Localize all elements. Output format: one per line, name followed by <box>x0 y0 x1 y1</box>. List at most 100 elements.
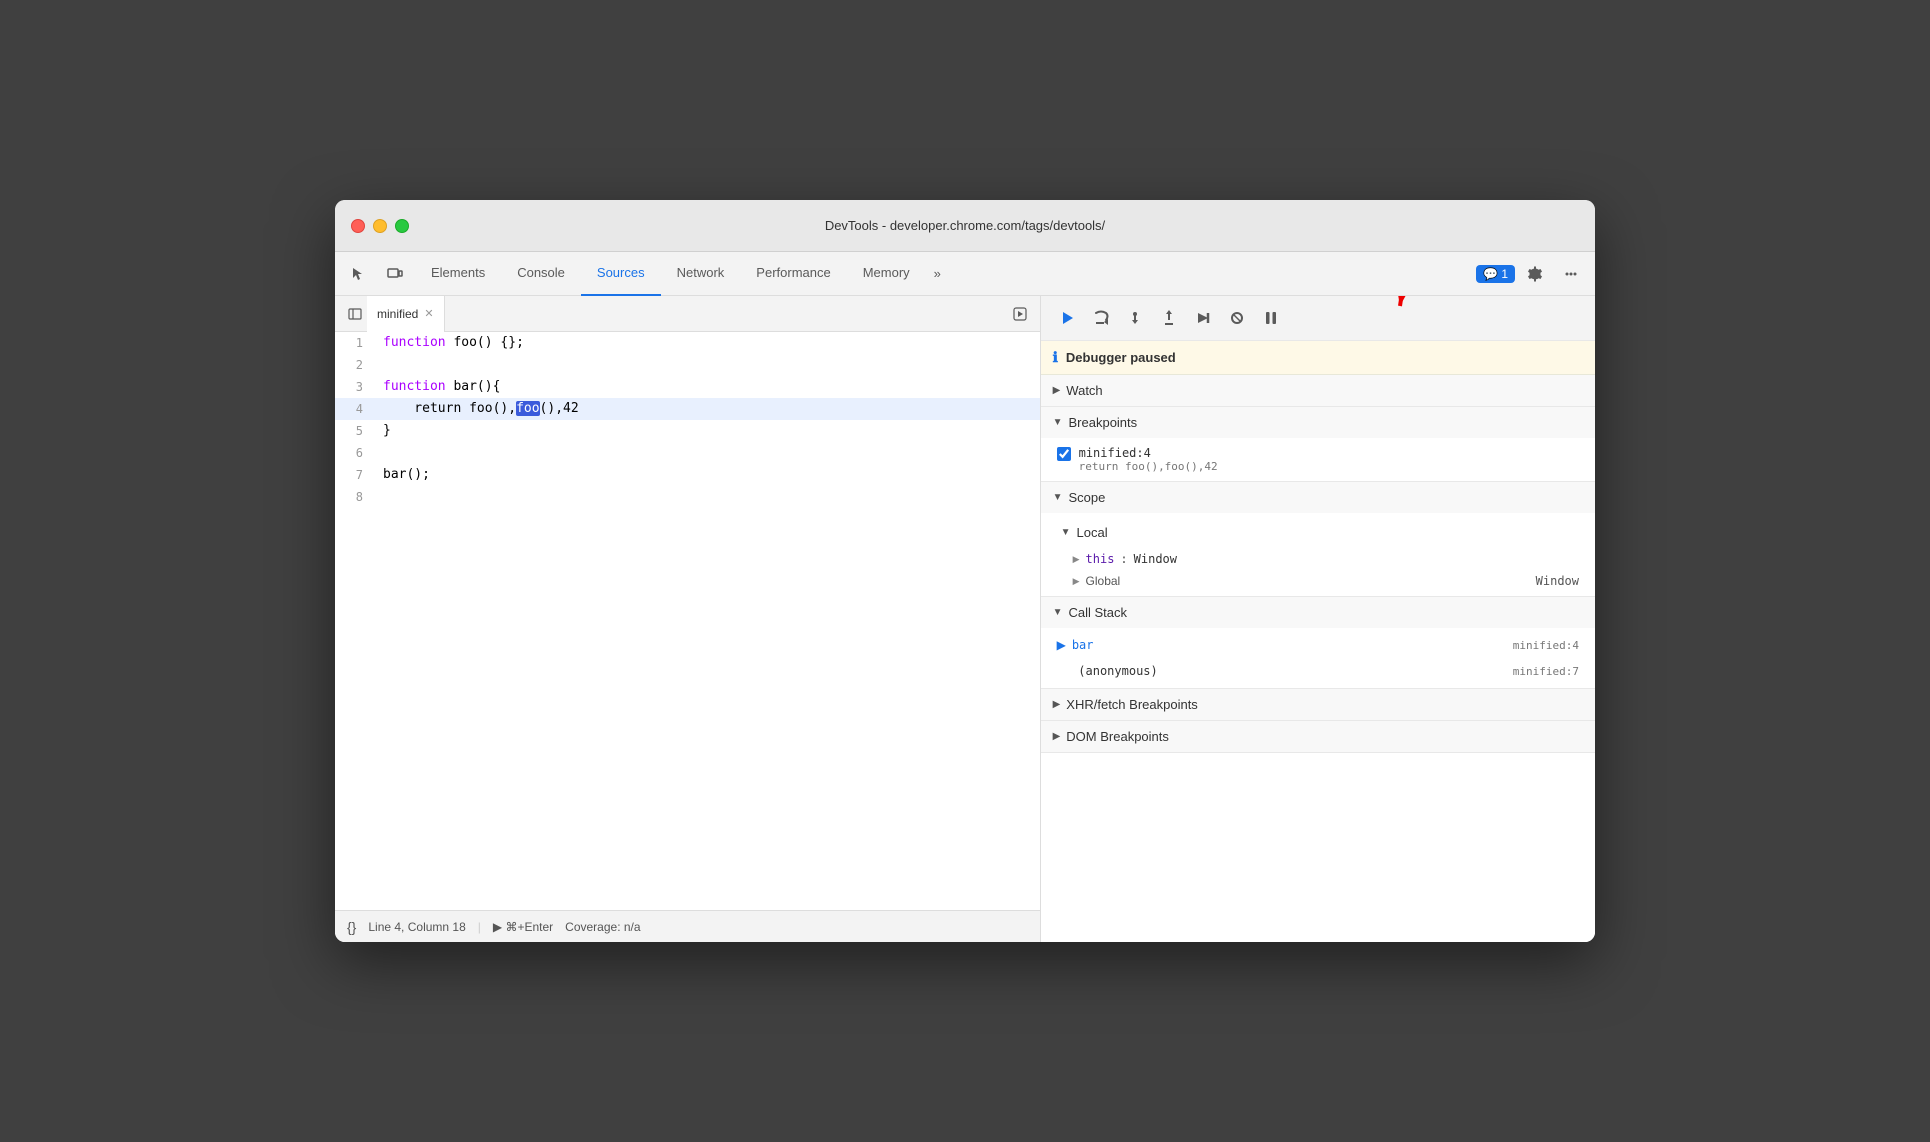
local-triangle: ▼ <box>1061 527 1071 538</box>
tab-performance[interactable]: Performance <box>740 252 846 296</box>
global-value: Window <box>1536 574 1579 588</box>
step-button[interactable] <box>1189 304 1217 332</box>
debugger-paused-text: Debugger paused <box>1066 350 1176 365</box>
xhr-triangle: ▶ <box>1053 699 1061 710</box>
step-out-icon <box>1160 309 1178 327</box>
dom-section-header[interactable]: ▶ DOM Breakpoints <box>1041 721 1595 752</box>
more-icon <box>1563 266 1579 282</box>
gear-icon <box>1527 266 1543 282</box>
callstack-name-bar: bar <box>1072 638 1094 652</box>
inspect-element-button[interactable] <box>343 258 375 290</box>
info-icon: ℹ <box>1053 349 1058 366</box>
tab-close-icon[interactable]: ✕ <box>424 307 433 320</box>
more-tools-button[interactable] <box>1555 258 1587 290</box>
traffic-lights <box>351 219 409 233</box>
tab-memory[interactable]: Memory <box>847 252 926 296</box>
callstack-frame-bar[interactable]: ▶ bar minified:4 <box>1041 632 1595 658</box>
line-num-2: 2 <box>335 354 375 376</box>
resume-button[interactable] <box>1053 304 1081 332</box>
breakpoint-checkbox[interactable] <box>1057 447 1071 461</box>
callstack-name-anon: (anonymous) <box>1057 664 1158 678</box>
local-header[interactable]: ▼ Local <box>1041 517 1595 548</box>
callstack-loc-bar: minified:4 <box>1513 639 1579 652</box>
window-title: DevTools - developer.chrome.com/tags/dev… <box>825 218 1105 233</box>
sidebar-toggle[interactable] <box>343 302 367 326</box>
callstack-section-header[interactable]: ▼ Call Stack <box>1041 597 1595 628</box>
watch-label: Watch <box>1066 383 1102 398</box>
editor-panel: minified ✕ 1 function foo <box>335 296 1041 942</box>
top-toolbar: Elements Console Sources Network Perform… <box>335 252 1595 296</box>
breakpoint-location: minified:4 <box>1079 446 1218 460</box>
tab-list: Elements Console Sources Network Perform… <box>415 252 1472 296</box>
active-frame-arrow: ▶ <box>1057 638 1066 652</box>
debugger-toolbar-wrapper <box>1041 296 1595 341</box>
scope-section-header[interactable]: ▼ Scope <box>1041 482 1595 513</box>
tab-network[interactable]: Network <box>661 252 741 296</box>
tab-sources[interactable]: Sources <box>581 252 661 296</box>
code-line-8: 8 <box>335 486 1040 508</box>
breakpoints-icon <box>1228 309 1246 327</box>
step-over-button[interactable] <box>1087 304 1115 332</box>
this-triangle[interactable]: ▶ <box>1073 554 1080 565</box>
dom-label: DOM Breakpoints <box>1066 729 1169 744</box>
maximize-button[interactable] <box>395 219 409 233</box>
step-into-button[interactable] <box>1121 304 1149 332</box>
scope-content: ▼ Local ▶ this : Window ▶ <box>1041 513 1595 596</box>
format-icon[interactable]: {} <box>347 919 356 935</box>
run-snippet-button[interactable] <box>1008 302 1032 326</box>
minimize-button[interactable] <box>373 219 387 233</box>
watch-section-header[interactable]: ▶ Watch <box>1041 375 1595 406</box>
tab-overflow[interactable]: » <box>926 266 949 281</box>
scope-triangle: ▼ <box>1053 492 1063 503</box>
line-content-3: function bar(){ <box>375 376 1040 398</box>
line-content-4: return foo(),foo(),42 <box>375 398 1040 420</box>
global-triangle[interactable]: ▶ <box>1073 576 1080 587</box>
line-num-4: 4 <box>335 398 375 420</box>
cursor-icon <box>351 266 367 282</box>
title-bar: DevTools - developer.chrome.com/tags/dev… <box>335 200 1595 252</box>
callstack-triangle: ▼ <box>1053 607 1063 618</box>
tab-console[interactable]: Console <box>501 252 581 296</box>
line-content-1: function foo() {}; <box>375 332 1040 354</box>
editor-tab-minified[interactable]: minified ✕ <box>367 296 445 332</box>
breakpoints-section-header[interactable]: ▼ Breakpoints <box>1041 407 1595 438</box>
code-line-5: 5 } <box>335 420 1040 442</box>
tab-elements[interactable]: Elements <box>415 252 501 296</box>
callstack-frame-anonymous[interactable]: (anonymous) minified:7 <box>1041 658 1595 684</box>
status-bar: {} Line 4, Column 18 | ▶ ⌘+Enter Coverag… <box>335 910 1040 942</box>
cursor-position: Line 4, Column 18 <box>368 920 465 934</box>
close-button[interactable] <box>351 219 365 233</box>
code-editor[interactable]: 1 function foo() {}; 2 3 function bar(){ <box>335 332 1040 910</box>
settings-button[interactable] <box>1519 258 1551 290</box>
devtools-panel: Elements Console Sources Network Perform… <box>335 252 1595 942</box>
breakpoint-item: minified:4 return foo(),foo(),42 <box>1041 442 1595 477</box>
debugger-toolbar <box>1041 296 1595 341</box>
watch-section: ▶ Watch <box>1041 375 1595 407</box>
code-line-7: 7 bar(); <box>335 464 1040 486</box>
main-content: minified ✕ 1 function foo <box>335 296 1595 942</box>
line-num-8: 8 <box>335 486 375 508</box>
xhr-section-header[interactable]: ▶ XHR/fetch Breakpoints <box>1041 689 1595 720</box>
pause-exceptions-button[interactable] <box>1257 304 1285 332</box>
run-command[interactable]: ▶ ⌘+Enter <box>493 920 553 934</box>
coverage: Coverage: n/a <box>565 920 640 934</box>
play-icon <box>1013 307 1027 321</box>
line-num-7: 7 <box>335 464 375 486</box>
editor-tabs-bar: minified ✕ <box>335 296 1040 332</box>
watch-triangle: ▶ <box>1053 385 1061 396</box>
notification-badge[interactable]: 💬 1 <box>1476 265 1515 283</box>
xhr-breakpoints-section: ▶ XHR/fetch Breakpoints <box>1041 689 1595 721</box>
code-line-1: 1 function foo() {}; <box>335 332 1040 354</box>
step-out-button[interactable] <box>1155 304 1183 332</box>
callstack-content: ▶ bar minified:4 (anonymous) minified:7 <box>1041 628 1595 688</box>
scope-this-item: ▶ this : Window <box>1041 548 1595 570</box>
callstack-section: ▼ Call Stack ▶ bar minified:4 (ano <box>1041 597 1595 689</box>
scope-this-val: Window <box>1134 552 1177 566</box>
devtools-window: DevTools - developer.chrome.com/tags/dev… <box>335 200 1595 942</box>
breakpoint-code: return foo(),foo(),42 <box>1079 460 1218 473</box>
global-label: Global <box>1086 574 1121 588</box>
line-num-1: 1 <box>335 332 375 354</box>
breakpoints-section: ▼ Breakpoints minified:4 return foo(),fo… <box>1041 407 1595 482</box>
deactivate-breakpoints-button[interactable] <box>1223 304 1251 332</box>
device-toolbar-button[interactable] <box>379 258 411 290</box>
